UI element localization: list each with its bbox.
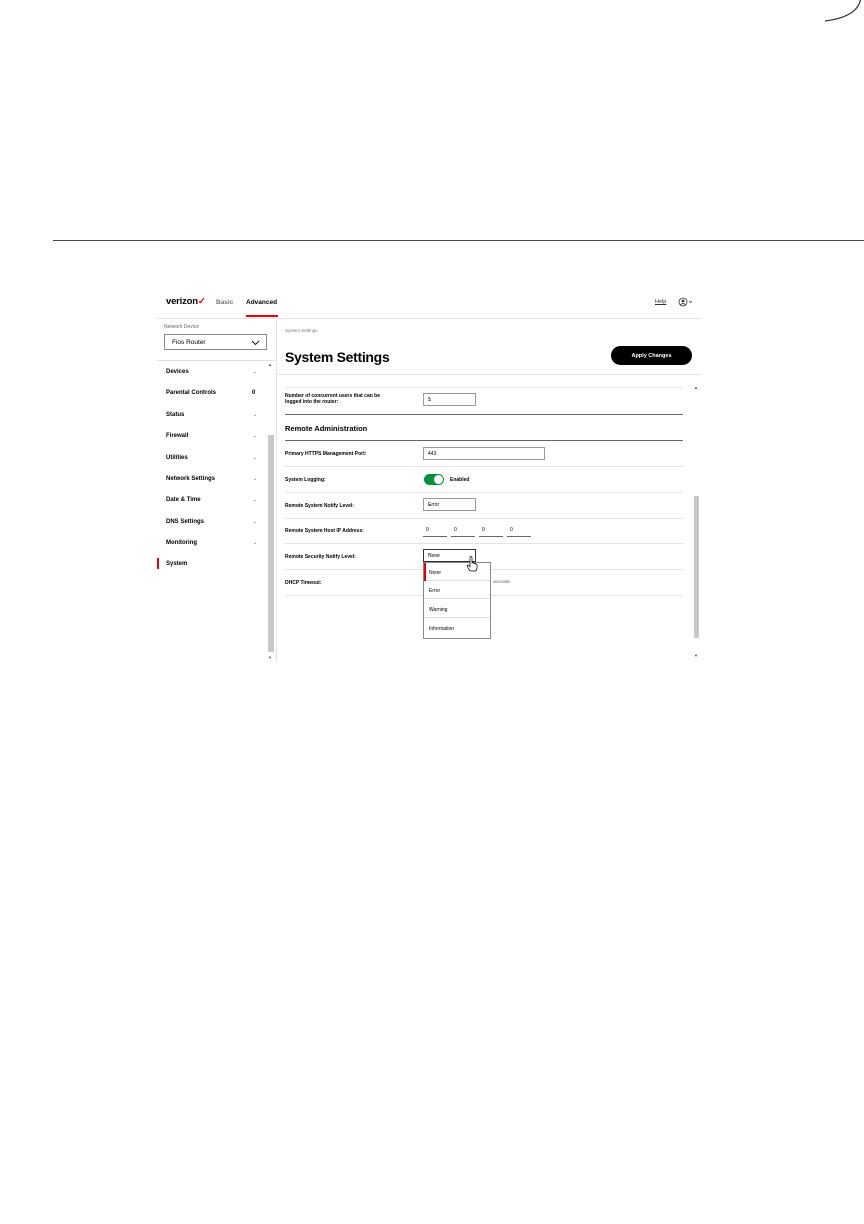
chevron-down-icon: ⌄ <box>253 476 258 482</box>
page-title: System Settings <box>285 349 390 365</box>
dropdown-option-none[interactable]: None <box>424 563 490 581</box>
chevron-down-icon: ⌄ <box>253 412 258 418</box>
scroll-down-arrow-icon[interactable]: ▼ <box>694 653 698 658</box>
row-divider <box>285 466 683 467</box>
sidebar-item-utilities[interactable]: Utilities <box>166 455 188 461</box>
sidebar-item-network-settings[interactable]: Network Settings <box>166 476 215 482</box>
ip-octet-1-input[interactable]: 0 <box>423 524 447 537</box>
network-device-label: Network Device <box>164 324 200 330</box>
main-scrollbar-thumb[interactable] <box>694 496 699 638</box>
network-device-select[interactable]: Fios Router <box>164 334 267 350</box>
sidebar-item-dns-settings[interactable]: DNS Settings <box>166 519 204 525</box>
router-ui-screenshot: verizon✓ Basic Advanced Help Network Dev… <box>157 290 702 662</box>
chevron-down-icon: ⌄ <box>253 540 258 546</box>
dropdown-option-warning[interactable]: Warning <box>424 600 490 618</box>
sidebar-item-status[interactable]: Status <box>166 412 184 418</box>
chevron-down-icon: ⌄ <box>428 397 433 403</box>
row-divider <box>285 387 683 388</box>
concurrent-users-select[interactable]: 5 ⌄ <box>423 393 476 406</box>
scroll-up-arrow-icon[interactable]: ▲ <box>268 362 272 367</box>
tab-basic[interactable]: Basic <box>216 299 233 306</box>
scroll-up-arrow-icon[interactable]: ▲ <box>694 385 698 390</box>
dropdown-option-information[interactable]: Information <box>424 619 490 637</box>
active-item-indicator <box>157 558 159 569</box>
remote-notify-label: Remote System Notify Level: <box>285 503 354 509</box>
security-notify-dropdown: None Error Warning Information <box>423 562 491 639</box>
tab-advanced[interactable]: Advanced <box>246 299 277 306</box>
ip-octet-3-input[interactable]: 0 <box>479 524 503 537</box>
system-logging-toggle[interactable] <box>424 474 444 485</box>
chevron-down-icon: ⌄ <box>253 519 258 525</box>
chevron-down-icon: ⌄ <box>253 497 258 503</box>
chevron-down-icon: ⌄ <box>428 502 433 508</box>
top-header: verizon✓ Basic Advanced Help <box>157 290 702 319</box>
row-divider <box>285 518 683 519</box>
sidebar-item-parental-controls[interactable]: Parental Controls <box>166 390 216 396</box>
ip-octet-4-input[interactable]: 0 <box>507 524 531 537</box>
remote-administration-heading: Remote Administration <box>285 424 368 433</box>
chevron-down-icon <box>251 340 260 346</box>
ip-octet-2-input[interactable]: 0 <box>451 524 475 537</box>
network-device-value: Fios Router <box>172 339 206 346</box>
scroll-down-arrow-icon[interactable]: ▼ <box>268 655 272 660</box>
sidebar-item-date-time[interactable]: Date & Time <box>166 497 201 503</box>
section-divider <box>285 440 683 441</box>
remote-notify-select[interactable]: Error ⌄ <box>423 498 476 511</box>
system-logging-label: System Logging: <box>285 477 326 483</box>
chevron-up-icon: ⌃ <box>428 553 433 559</box>
https-port-input[interactable]: 443 <box>423 447 545 460</box>
section-divider <box>285 414 683 415</box>
sidebar: Network Device Fios Router Devices ⌄ Par… <box>157 318 277 662</box>
system-logging-state: Enabled <box>450 477 470 483</box>
sidebar-item-firewall[interactable]: Firewall <box>166 433 188 439</box>
user-account-icon[interactable] <box>678 297 694 307</box>
sidebar-scrollbar-thumb[interactable] <box>268 435 274 652</box>
apply-changes-button[interactable]: Apply Changes <box>611 346 692 365</box>
sidebar-item-devices[interactable]: Devices <box>166 369 189 375</box>
row-divider <box>285 492 683 493</box>
dropdown-option-error[interactable]: Error <box>424 581 490 599</box>
page-separator-line <box>53 240 864 241</box>
chevron-down-icon: ⌄ <box>253 433 258 439</box>
help-link[interactable]: Help <box>655 299 666 305</box>
sidebar-item-system[interactable]: System <box>166 561 187 567</box>
security-notify-label: Remote Security Notify Level: <box>285 554 356 560</box>
verizon-logo: verizon✓ <box>166 296 206 307</box>
dhcp-timeout-label: DHCP Timeout: <box>285 580 322 586</box>
breadcrumb: System Settings <box>285 328 318 333</box>
active-tab-indicator <box>246 315 278 317</box>
sidebar-divider <box>157 360 275 361</box>
hand-cursor-icon <box>466 556 478 572</box>
chevron-down-icon: ⌄ <box>253 455 258 461</box>
sidebar-item-monitoring[interactable]: Monitoring <box>166 540 197 546</box>
chevron-down-icon: ⌄ <box>253 369 258 375</box>
remote-host-ip-label: Remote System Host IP Address: <box>285 528 364 534</box>
row-divider <box>285 543 683 544</box>
corner-arc-graphic <box>825 0 862 22</box>
https-port-label: Primary HTTPS Management Port: <box>285 451 367 457</box>
dhcp-timeout-unit: seconds <box>493 579 510 584</box>
selected-option-indicator <box>424 563 426 581</box>
toggle-knob <box>434 475 443 484</box>
parental-controls-count: 0 <box>252 390 256 396</box>
concurrent-users-label: Number of concurrent users that can be l… <box>285 393 381 405</box>
header-divider <box>276 374 702 375</box>
